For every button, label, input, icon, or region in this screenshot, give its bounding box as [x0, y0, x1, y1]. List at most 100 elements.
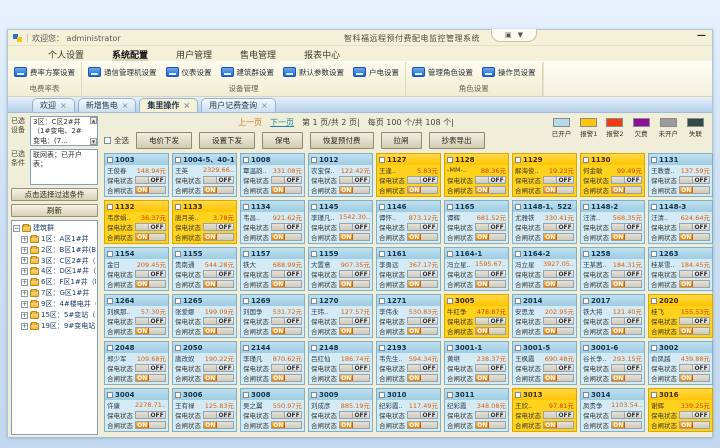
switch-state-toggle[interactable]: ON — [339, 233, 370, 241]
switch-state-toggle[interactable]: ON — [543, 421, 574, 429]
power-keep-toggle[interactable]: OFF — [407, 364, 438, 372]
expand-icon[interactable] — [21, 290, 28, 297]
close-icon[interactable]: × — [261, 101, 268, 110]
power-keep-toggle[interactable]: OFF — [475, 411, 506, 419]
expand-icon[interactable] — [21, 236, 28, 243]
meter-checkbox[interactable] — [379, 345, 385, 351]
meter-card[interactable]: 3001-6 谷长争.. 293.15元 保电状态 OFF — [580, 341, 645, 385]
meter-card[interactable]: 3013 王欣.. 97.81元 保电状态 OFF — [512, 388, 577, 432]
meter-card[interactable]: 1165 谭辉 681.52元 保电状态 OFF — [444, 200, 509, 244]
meter-checkbox[interactable] — [515, 251, 521, 257]
switch-state-toggle[interactable]: ON — [611, 374, 642, 382]
power-keep-toggle[interactable]: OFF — [135, 364, 166, 372]
meter-checkbox[interactable] — [583, 157, 589, 163]
switch-state-toggle[interactable]: ON — [271, 374, 302, 382]
tree-node[interactable]: 6区：F区1#井（F区... — [13, 277, 96, 288]
switch-state-toggle[interactable]: ON — [679, 421, 710, 429]
power-keep-toggle[interactable]: OFF — [475, 176, 506, 184]
meter-checkbox[interactable] — [379, 251, 385, 257]
switch-state-toggle[interactable]: ON — [203, 186, 234, 194]
power-keep-toggle[interactable]: OFF — [611, 364, 642, 372]
meter-checkbox[interactable] — [243, 392, 249, 398]
meter-card[interactable]: 3001-5 王枫霞 690.48元 保电状态 OFF — [512, 341, 577, 385]
tree-root[interactable]: 建筑群 — [13, 223, 96, 234]
tree-node[interactable]: 19区：9#变电站（2... — [13, 321, 96, 332]
meter-checkbox[interactable] — [447, 251, 453, 257]
power-keep-toggle[interactable]: OFF — [203, 270, 234, 278]
meter-card[interactable]: 1159 大置意 907.35元 保电状态 OFF — [308, 247, 373, 291]
power-keep-toggle[interactable]: OFF — [611, 223, 642, 231]
power-keep-toggle[interactable]: OFF — [135, 317, 166, 325]
power-keep-toggle[interactable]: OFF — [611, 270, 642, 278]
switch-state-toggle[interactable]: ON — [475, 374, 506, 382]
meter-card[interactable]: 3008 吴之翼 550.97元 保电状态 OFF — [240, 388, 305, 432]
meter-checkbox[interactable] — [311, 204, 317, 210]
ribbon-button[interactable]: 通信管理机设置 — [88, 67, 157, 78]
power-keep-toggle[interactable]: OFF — [611, 176, 642, 184]
switch-state-toggle[interactable]: ON — [271, 327, 302, 335]
action-button[interactable]: 保电 — [262, 132, 303, 149]
switch-state-toggle[interactable]: ON — [407, 421, 438, 429]
meter-card[interactable]: 1132 韦彦娟.. 36.37元 保电状态 OFF — [104, 200, 169, 244]
selected-device-listbox[interactable]: 3区：C区2#井 （1#变电、2# 变电：(7... ▲ ▼ — [30, 116, 98, 146]
power-keep-toggle[interactable]: OFF — [611, 411, 642, 419]
power-keep-toggle[interactable]: OFF — [271, 411, 302, 419]
main-menu-tab[interactable]: 售电管理 — [240, 48, 276, 61]
ribbon-button[interactable]: 建筑群设置 — [221, 67, 275, 78]
minimize-button[interactable]: — — [697, 31, 706, 41]
power-keep-toggle[interactable]: OFF — [679, 317, 710, 325]
power-keep-toggle[interactable]: OFF — [339, 176, 370, 184]
meter-checkbox[interactable] — [175, 204, 181, 210]
power-keep-toggle[interactable]: OFF — [135, 270, 166, 278]
switch-state-toggle[interactable]: ON — [407, 280, 438, 288]
switch-state-toggle[interactable]: ON — [407, 327, 438, 335]
document-tab[interactable]: 新增售电 × — [78, 98, 137, 112]
switch-state-toggle[interactable]: ON — [135, 327, 166, 335]
switch-state-toggle[interactable]: ON — [203, 421, 234, 429]
meter-card[interactable]: 1127 王逢.. 5.83元 保电状态 OFF — [376, 153, 441, 197]
switch-state-toggle[interactable]: ON — [203, 280, 234, 288]
meter-card[interactable]: 1131 王教壹.. 137.59元 保电状态 OFF — [648, 153, 713, 197]
meter-card[interactable]: 1148-1、522 尤雅铁 330.41元 保电状态 OFF — [512, 200, 577, 244]
meter-card[interactable]: 1134 韦昌.. 921.62元 保电状态 OFF — [240, 200, 305, 244]
meter-checkbox[interactable] — [447, 392, 453, 398]
main-menu-tab[interactable]: 用户管理 — [176, 48, 212, 61]
meter-card[interactable]: 1271 李伟永 530.83元 保电状态 OFF — [376, 294, 441, 338]
action-button[interactable]: 拉闸 — [381, 132, 422, 149]
meter-checkbox[interactable] — [651, 298, 657, 304]
power-keep-toggle[interactable]: OFF — [543, 364, 574, 372]
switch-state-toggle[interactable]: ON — [611, 327, 642, 335]
meter-card[interactable]: 1003 王俊春 148.94元 保电状态 OFF — [104, 153, 169, 197]
expand-icon[interactable] — [21, 257, 28, 264]
switch-state-toggle[interactable]: ON — [135, 186, 166, 194]
power-keep-toggle[interactable]: OFF — [679, 270, 710, 278]
meter-checkbox[interactable] — [107, 298, 113, 304]
power-keep-toggle[interactable]: OFF — [407, 270, 438, 278]
meter-checkbox[interactable] — [583, 204, 589, 210]
collapse-icon[interactable] — [13, 225, 20, 232]
meter-checkbox[interactable] — [175, 251, 181, 257]
tree-node[interactable]: 2区：B区1#井(B区1... — [13, 245, 96, 256]
switch-state-toggle[interactable]: ON — [203, 327, 234, 335]
switch-state-toggle[interactable]: ON — [339, 374, 370, 382]
meter-checkbox[interactable] — [175, 345, 181, 351]
meter-card[interactable]: 3010 纪彩霞.. 117.49元 保电状态 OFF — [376, 388, 441, 432]
power-keep-toggle[interactable]: OFF — [407, 317, 438, 325]
power-keep-toggle[interactable]: OFF — [271, 317, 302, 325]
meter-card[interactable]: 1161 李勇远 367.17元 保电状态 OFF — [376, 247, 441, 291]
meter-card[interactable]: 1145 李瑾凡.. 1542.30.. 保电状态 OFF — [308, 200, 373, 244]
select-all[interactable]: 全选 — [104, 135, 129, 146]
tree-node[interactable]: 15区：5#变站（3#... — [13, 310, 96, 321]
meter-checkbox[interactable] — [243, 157, 249, 163]
switch-state-toggle[interactable]: ON — [339, 421, 370, 429]
meter-card[interactable]: 1008 覃温韵.. 331.08元 保电状态 OFF — [240, 153, 305, 197]
action-button[interactable]: 抄表导出 — [429, 132, 485, 149]
action-button[interactable]: 设置下发 — [199, 132, 255, 149]
meter-card[interactable]: 3011 纪彩霞 348.08元 保电状态 OFF — [444, 388, 509, 432]
power-keep-toggle[interactable]: OFF — [271, 176, 302, 184]
power-keep-toggle[interactable]: OFF — [679, 176, 710, 184]
power-keep-toggle[interactable]: OFF — [339, 411, 370, 419]
meter-checkbox[interactable] — [311, 157, 317, 163]
meter-checkbox[interactable] — [583, 392, 589, 398]
document-tab[interactable]: 欢迎 × — [32, 98, 75, 112]
